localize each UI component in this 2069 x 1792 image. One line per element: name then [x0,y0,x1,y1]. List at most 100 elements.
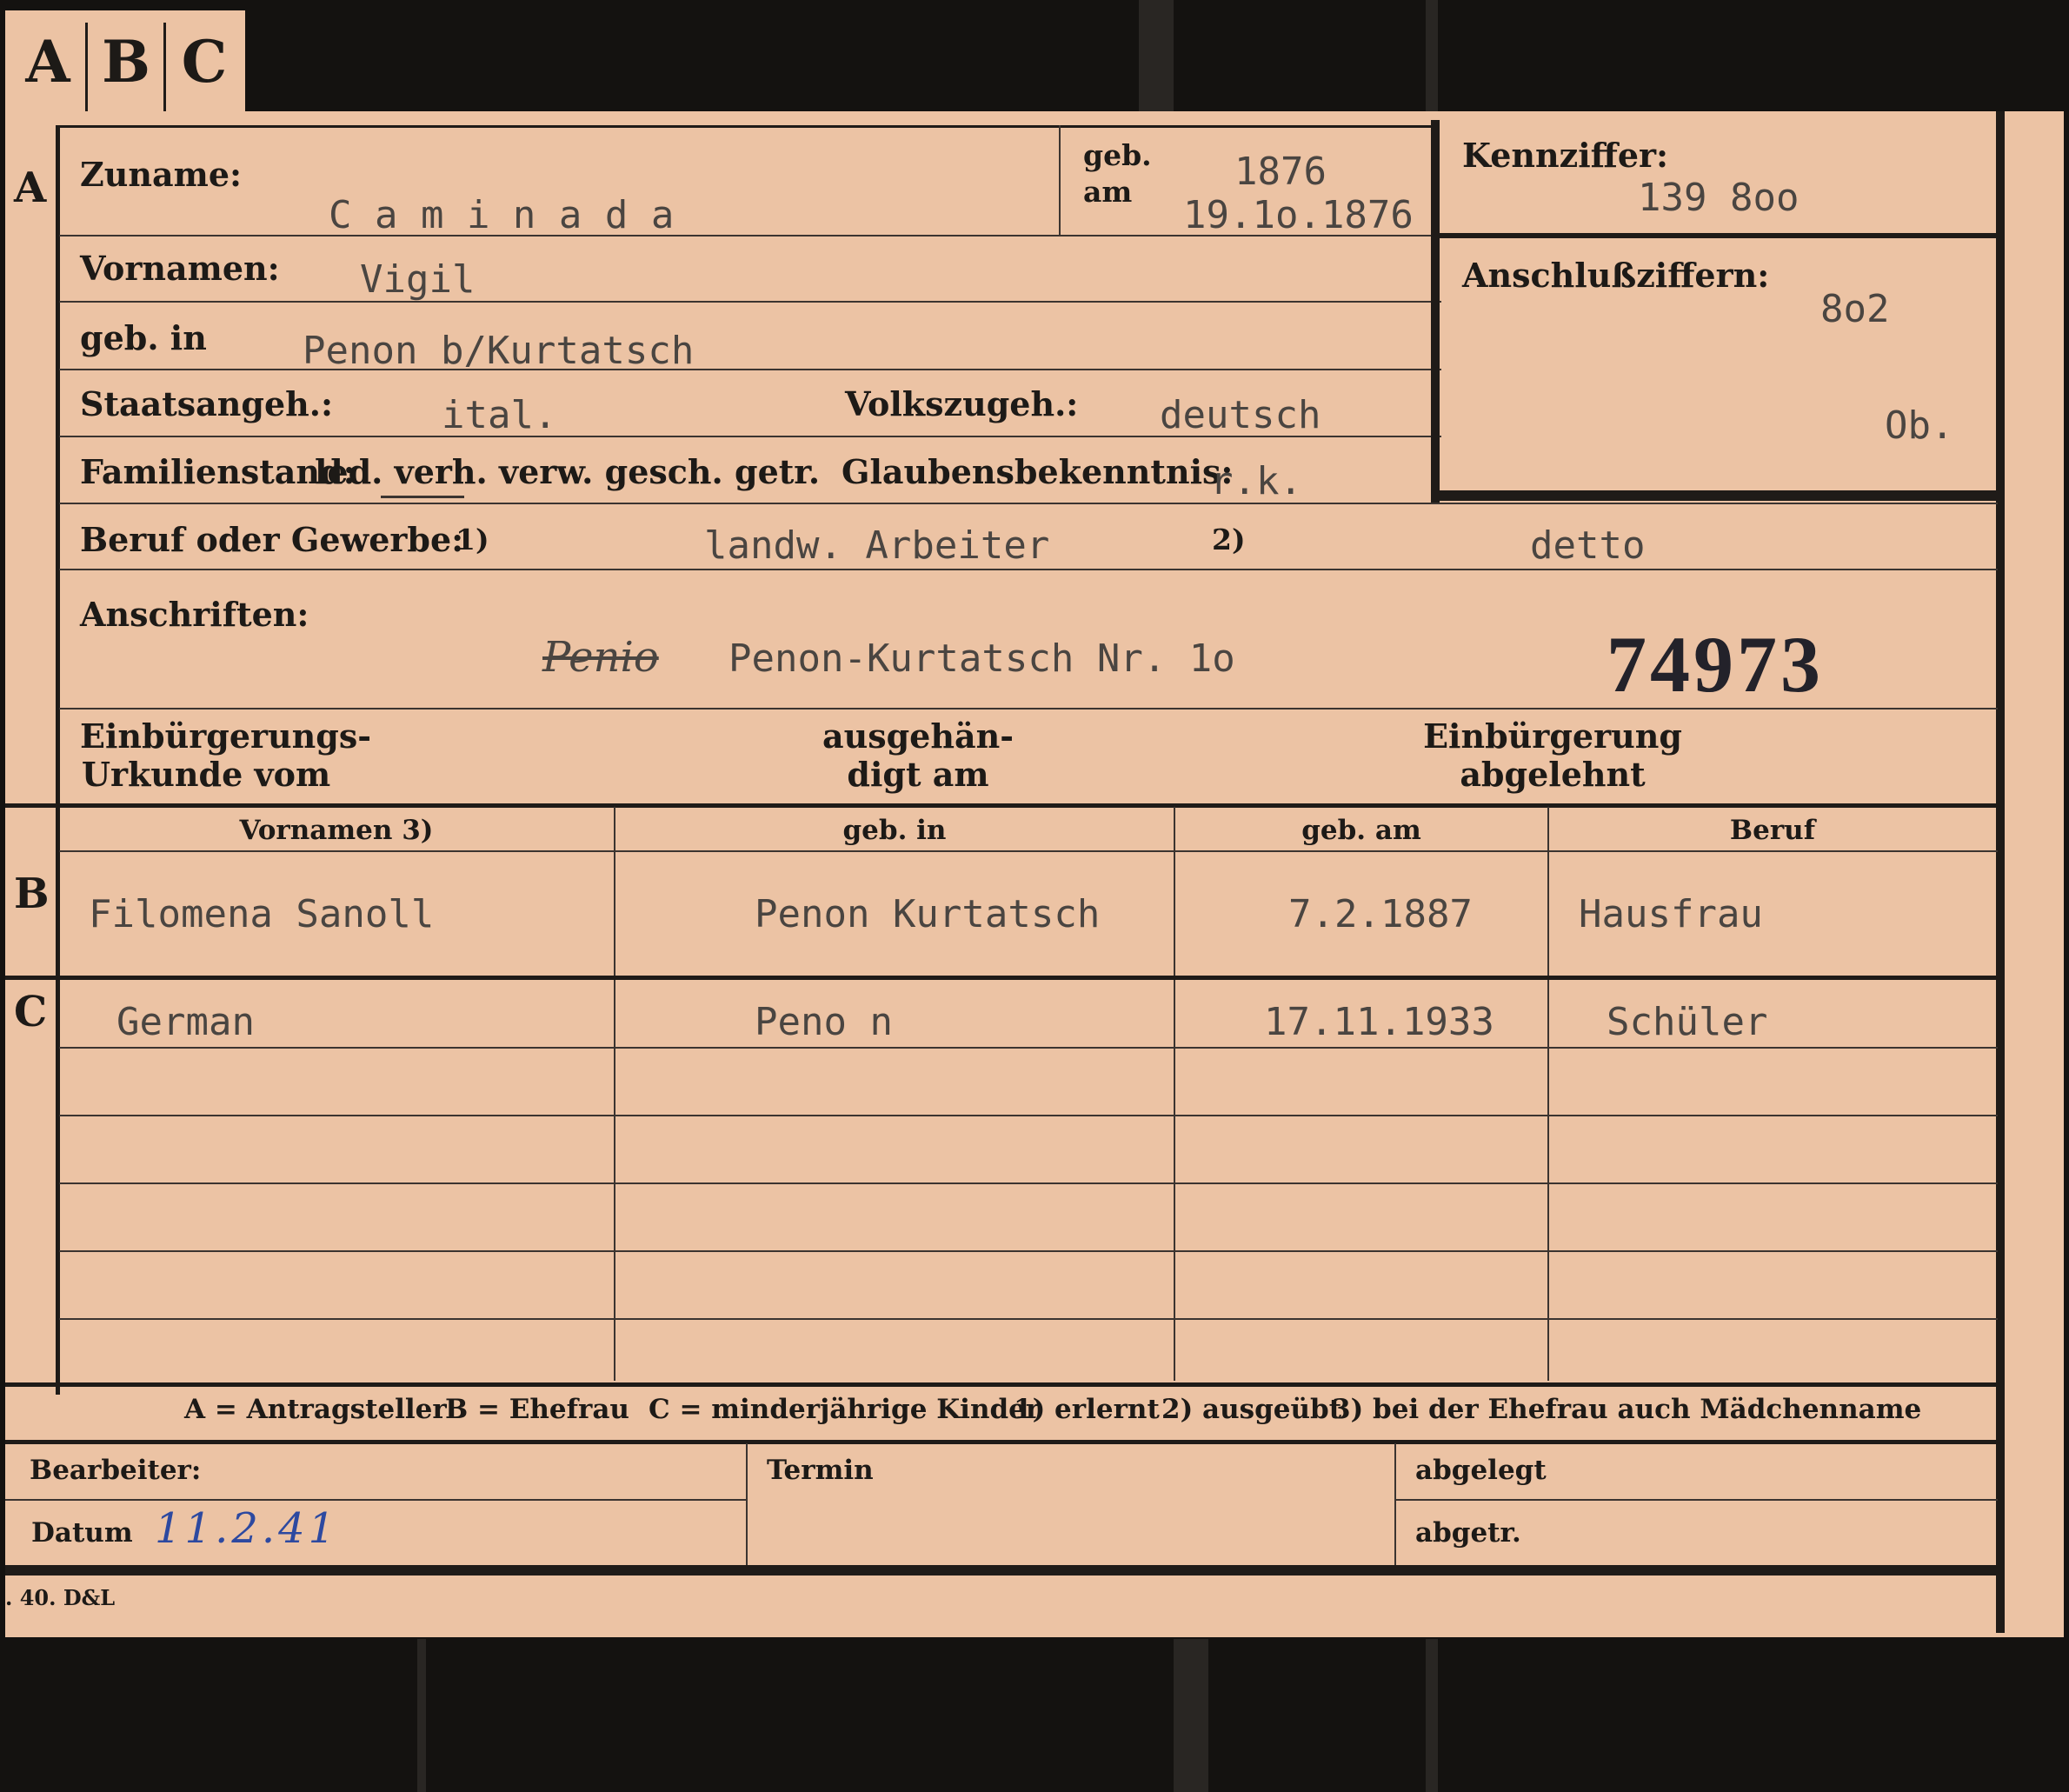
ausgehaendigt-label-2: digt am [847,755,989,794]
zuname-value: C a m i n a d a [329,193,675,237]
beruf-value-1: landw. Arbeiter [704,523,1050,568]
kennziffer-box-mid [1440,233,1998,238]
tab-c: C [181,28,228,96]
anschriften-value: Penon-Kurtatsch Nr. 1o [728,636,1235,681]
b-geb-am: 7.2.1887 [1288,892,1473,936]
ausgehaendigt-label-1: ausgehän- [822,716,1015,756]
b-vornamen: Filomena Sanoll [89,892,435,936]
rule [59,1115,1998,1116]
datum-label: Datum [31,1517,133,1549]
section-rule [5,976,1998,980]
col-header-beruf: Beruf [1729,815,1816,846]
anschluss-label: Anschlußziffern: [1462,256,1770,295]
familienstand-options: led. verh. verw. gesch. getr. [315,452,821,491]
col-header-geb-in: geb. in [842,815,947,846]
print-code: . 40. D&L [5,1585,116,1610]
einb-urkunde-label-1: Einbürgerungs- [80,716,372,756]
geb-in-value: Penon b/Kurtatsch [303,329,695,373]
abgetr-label: abgetr. [1415,1517,1521,1549]
geb-in-label: geb. in [80,318,207,357]
background-streak [1426,1639,1438,1792]
legend-b: B = Ehefrau [445,1394,629,1425]
staatsangeh-value: ital. [442,393,557,437]
tab-divider [85,23,88,122]
rule [5,1499,746,1501]
einb-urkunde-label-2: Urkunde vom [81,755,331,794]
rule [59,850,1998,852]
background-streak [1174,1639,1208,1792]
rule [59,235,1441,236]
vornamen-label: Vornamen: [80,249,280,288]
background-streak [1426,0,1438,111]
geb-am-label-2: am [1083,175,1133,209]
abgelegt-label: abgelegt [1415,1455,1547,1486]
staatsangeh-label: Staatsangeh.: [80,384,334,423]
kennziffer-box-bottom [1440,490,1998,501]
rule [59,1047,1998,1049]
rule [59,569,1998,570]
rule [59,1318,1998,1320]
volkszugeh-label: Volkszugeh.: [845,384,1079,423]
section-rule [5,803,1998,808]
geb-date: 19.1o.1876 [1183,197,1414,235]
geb-am-label-1: geb. [1083,138,1152,172]
familienstand-underline [381,496,464,498]
left-rule [56,125,60,1395]
geb-year: 1876 [1234,150,1327,194]
section-b-marker: B [14,869,50,918]
beruf-value-2: detto [1530,523,1646,568]
beruf-mark-1: 1) [456,523,489,556]
rule [59,1182,1998,1184]
anschluss-value: 8o2 [1820,287,1890,331]
stamp-number: 74973 [1607,620,1824,709]
rule [59,1250,1998,1252]
tab-a: A [25,28,70,96]
background-streak [1139,0,1174,111]
index-tab: A B C [5,10,245,122]
rule [1059,125,1061,235]
kennziffer-box-left [1431,120,1440,503]
bottom-rule [5,1565,2005,1575]
section-a-marker: A [14,163,47,212]
col-header-vornamen: Vornamen 3) [239,815,434,846]
tab-divider [163,23,166,122]
background-streak [417,1639,426,1792]
anschluss-note: Ob. [1885,403,1954,448]
top-rule [56,125,1438,128]
b-geb-in: Penon Kurtatsch [755,892,1101,936]
legend-a: A = Antragsteller [184,1394,447,1425]
anschriften-label: Anschriften: [80,595,309,634]
section-rule [5,1440,1998,1444]
termin-label: Termin [767,1455,874,1486]
rule [59,301,1441,303]
legend-n2: 2) ausgeübt [1161,1394,1342,1425]
footer-col-rule [746,1443,748,1569]
kennziffer-label: Kennziffer: [1462,136,1669,175]
table-col-rule [1174,807,1175,1381]
section-rule [5,1382,1998,1387]
c-vornamen: German [116,1000,255,1044]
c-geb-am: 17.11.1933 [1264,1000,1494,1044]
legend-c: C = minderjährige Kinder [649,1394,1041,1425]
volkszugeh-value: deutsch [1160,393,1321,437]
glauben-label: Glaubensbekenntnis: [842,452,1234,491]
rule [1394,1499,1998,1501]
b-beruf: Hausfrau [1579,892,1763,936]
legend-n3: 3) bei der Ehefrau auch Mädchenname [1332,1394,1922,1425]
tab-b: B [102,28,150,96]
col-header-geb-am: geb. am [1301,815,1421,846]
table-col-rule [614,807,615,1381]
section-c-marker: C [14,988,48,1036]
footer-col-rule [1394,1443,1396,1569]
c-geb-in: Peno n [755,1000,893,1044]
c-beruf: Schüler [1607,1000,1768,1044]
beruf-label: Beruf oder Gewerbe: [80,520,464,559]
registration-card: A Zuname: C a m i n a d a geb. am 1876 1… [5,111,2064,1637]
legend-n1: 1) erlernt [1014,1394,1160,1425]
einb-abgelehnt-label-1: Einbürgerung [1423,716,1682,756]
table-col-rule [1547,807,1549,1381]
anschriften-struck: Penio [542,633,659,682]
rule [59,369,1441,370]
rule [59,503,1998,504]
datum-value: 11.2.41 [155,1504,339,1553]
